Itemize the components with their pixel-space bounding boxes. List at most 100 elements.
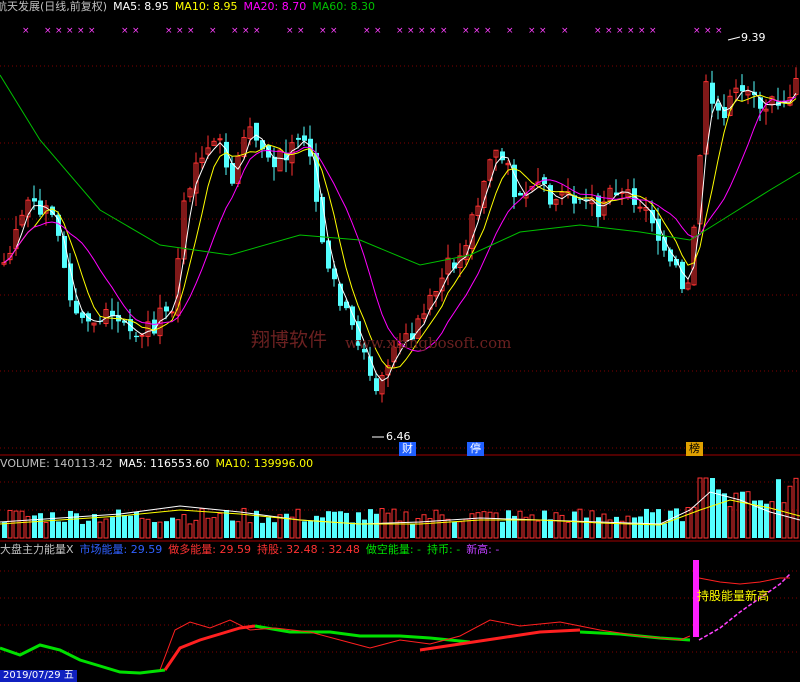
volume-bar [362, 519, 367, 538]
volume-bar [781, 502, 787, 539]
volume-bar [463, 518, 469, 539]
signal-marker: × [242, 26, 250, 36]
ma5-value: MA5: 8.95 [113, 0, 169, 13]
event-marker-halt[interactable]: 停 [467, 442, 484, 456]
volume-bar [487, 511, 493, 539]
signal-marker: × [187, 26, 195, 36]
candle-body [680, 261, 685, 290]
short-energy-line [579, 630, 691, 642]
indicator-annotation: 持股能量新高 [697, 589, 770, 603]
signal-marker: × [605, 26, 613, 36]
volume-bar [638, 516, 643, 538]
signal-marker: × [297, 26, 305, 36]
candle-body [134, 335, 139, 338]
volume-bar [740, 491, 745, 538]
volume-bar [469, 513, 475, 539]
signal-marker: × [132, 26, 140, 36]
ma20-line [3, 96, 797, 352]
stock-name: 航天发展(日线,前复权) [0, 0, 108, 13]
volume-bar [320, 517, 325, 538]
signal-marker: × [429, 26, 437, 36]
signal-marker: × [165, 26, 173, 36]
event-marker-rank[interactable]: 榜 [686, 442, 703, 456]
candle-body [32, 198, 37, 202]
volume-bar [722, 493, 727, 538]
signal-marker: × [319, 26, 327, 36]
candle-body [302, 135, 307, 141]
volume-bar [224, 510, 229, 538]
volume-bar [356, 512, 361, 538]
volume-bar [542, 510, 547, 538]
volume-bar [326, 511, 331, 538]
volume-bar [421, 514, 427, 539]
candle-body [596, 195, 601, 218]
volume-bar [164, 521, 169, 538]
volume-bar [80, 523, 85, 538]
volume-bar [260, 522, 265, 538]
market-energy: 市场能量: 29.59 [79, 543, 163, 556]
volume-bar [727, 506, 733, 539]
volume-ma5: MA5: 116553.60 [118, 457, 210, 470]
signal-marker: × [88, 26, 96, 36]
date-label: 2019/07/29 五 [0, 670, 77, 682]
signal-marker: × [649, 26, 657, 36]
volume-bar [170, 517, 175, 538]
volume-bar [97, 521, 103, 539]
volume-bar [152, 522, 157, 538]
signal-marker: × [363, 26, 371, 36]
volume-bar [535, 520, 541, 539]
volume-bar [187, 523, 193, 539]
volume-bar [266, 517, 271, 538]
volume-bar [403, 511, 409, 539]
signal-marker: × [539, 26, 547, 36]
volume-bar [235, 521, 241, 539]
signal-marker: × [528, 26, 536, 36]
candle-body [338, 283, 343, 306]
candle-body [164, 306, 169, 312]
signal-marker: × [473, 26, 481, 36]
volume-bar [344, 512, 349, 538]
volume-bar [710, 478, 715, 538]
signal-marker: × [506, 26, 514, 36]
volume-bar [181, 514, 187, 539]
volume-bar [13, 510, 19, 539]
volume-bar [565, 521, 571, 539]
signal-marker: × [176, 26, 184, 36]
ma10-value: MA10: 8.95 [174, 0, 238, 13]
short-energy-line [0, 643, 166, 675]
signal-marker: × [693, 26, 701, 36]
signal-marker: × [704, 26, 712, 36]
event-marker-finance[interactable]: 财 [399, 442, 416, 456]
volume-bar [145, 518, 151, 539]
signal-marker: × [561, 26, 569, 36]
volume-panel-header: VOLUME: 140113.42 MA5: 116553.60 MA10: 1… [0, 457, 313, 471]
volume-bar [475, 512, 481, 539]
signal-marker: × [462, 26, 470, 36]
volume-bar [745, 491, 751, 539]
volume-bar [674, 508, 679, 538]
volume-bar [19, 510, 25, 539]
ma10-line [3, 94, 797, 369]
volume-bar [662, 523, 667, 538]
volume-bar [284, 513, 289, 538]
volume-bar [272, 522, 277, 538]
volume-bar [559, 514, 565, 539]
volume-bar [56, 521, 61, 538]
volume-bar [596, 517, 601, 538]
candle-body [139, 334, 145, 337]
volume-bar [493, 512, 499, 539]
volume-bar [314, 515, 319, 538]
volume-bar [38, 513, 43, 538]
volume-bar [572, 511, 577, 538]
candle-body [326, 240, 331, 269]
signal-marker: × [627, 26, 635, 36]
volume-bar [697, 477, 703, 539]
cash-value: 持币: - [427, 543, 461, 556]
volume-bar [86, 520, 91, 538]
signal-marker: × [594, 26, 602, 36]
volume-bar [415, 517, 421, 539]
signal-marker: × [231, 26, 239, 36]
volume-bar [134, 511, 139, 538]
volume-ma10: MA10: 139996.00 [215, 457, 314, 470]
volume-bar [103, 518, 109, 539]
